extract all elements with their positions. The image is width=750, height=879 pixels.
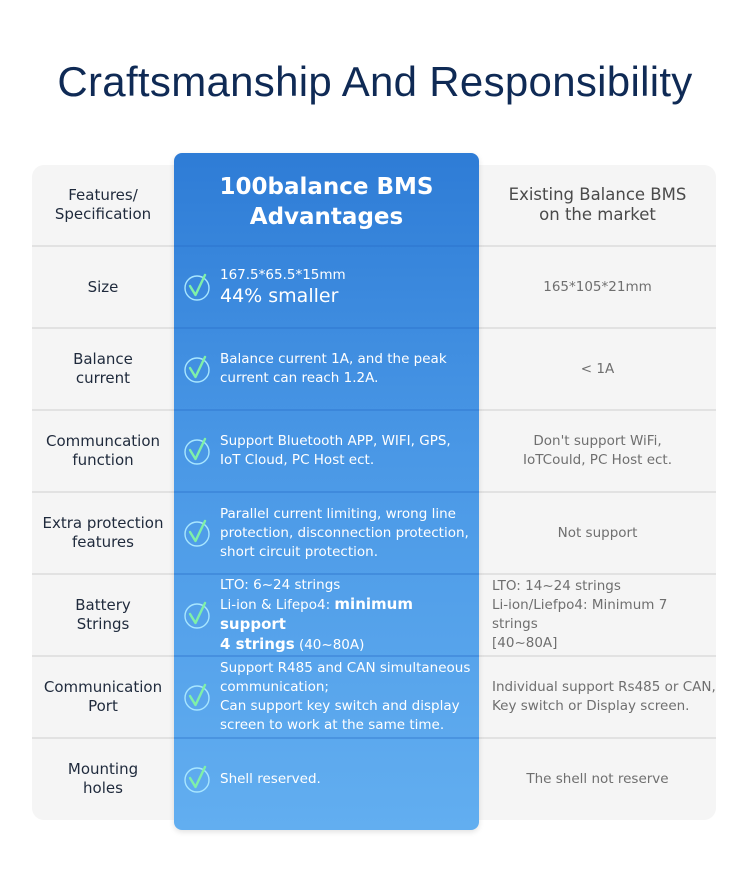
feature-communication-function: Communcation function: [45, 432, 161, 469]
advantage-battery-strings: LTO: 6~24 strings Li-ion & Lifepo4: mini…: [174, 575, 479, 655]
feature-communication-port: Communication Port: [43, 678, 163, 715]
market-extra-protection: Not support: [557, 524, 638, 541]
header-market: Existing Balance BMS on the market: [508, 185, 687, 224]
advantage-extra-protection-text: Parallel current limiting, wrong line pr…: [220, 505, 469, 560]
advantage-extra-protection: Parallel current limiting, wrong line pr…: [174, 493, 479, 573]
market-size: 165*105*21mm: [543, 278, 652, 295]
check-circle-icon: [184, 765, 210, 793]
feature-extra-protection: Extra protection features: [42, 514, 164, 551]
header-advantages-line1: 100balance BMS: [219, 174, 434, 200]
header-features: Features/ Specification: [54, 186, 152, 223]
header-advantages: 100balance BMS Advantages: [174, 172, 479, 232]
advantage-communication-port-text: Support R485 and CAN simultaneous commun…: [220, 660, 471, 733]
market-communication-port: Individual support Rs485 or CAN, Key swi…: [492, 679, 716, 714]
market-battery-strings: LTO: 14~24 strings Li-ion/Liefpo4: Minim…: [492, 578, 668, 651]
advantage-4-strings: 4 strings: [220, 634, 295, 653]
market-communication-function: Don't support WiFi, IoTCould, PC Host ec…: [522, 433, 673, 468]
check-circle-icon: [184, 601, 210, 629]
advantage-liion-prefix: Li-ion & Lifepo4:: [220, 596, 335, 613]
check-circle-icon: [184, 437, 210, 465]
feature-battery-strings: Battery Strings: [75, 596, 131, 633]
check-circle-icon: [184, 355, 210, 383]
advantage-size-dimensions: 167.5*65.5*15mm: [220, 267, 346, 283]
advantage-balance-current-text: Balance current 1A, and the peak current…: [220, 351, 447, 386]
advantage-mounting-holes-text: Shell reserved.: [220, 770, 321, 787]
advantage-balance-current: Balance current 1A, and the peak current…: [174, 329, 479, 409]
advantage-communication-function-text: Support Bluetooth APP, WIFI, GPS, IoT Cl…: [220, 433, 451, 468]
check-circle-icon: [184, 273, 210, 301]
check-circle-icon: [184, 683, 210, 711]
market-balance-current: < 1A: [580, 360, 615, 377]
market-mounting-holes: The shell not reserve: [526, 770, 669, 787]
advantage-communication-port: Support R485 and CAN simultaneous commun…: [174, 657, 479, 737]
feature-size: Size: [87, 277, 119, 296]
check-circle-icon: [184, 519, 210, 547]
advantage-communication-function: Support Bluetooth APP, WIFI, GPS, IoT Cl…: [174, 411, 479, 491]
feature-mounting-holes: Mounting holes: [67, 760, 139, 797]
page-title: Craftsmanship And Responsibility: [57, 58, 693, 105]
advantage-size-smaller: 44% smaller: [220, 285, 339, 307]
advantage-size: 167.5*65.5*15mm 44% smaller: [174, 247, 479, 327]
header-advantages-line2: Advantages: [249, 204, 404, 230]
advantage-current-range: (40~80A): [294, 636, 365, 653]
feature-balance-current: Balance current: [73, 350, 133, 387]
advantage-mounting-holes: Shell reserved.: [174, 739, 479, 819]
advantage-lto-strings: LTO: 6~24 strings: [220, 576, 341, 593]
